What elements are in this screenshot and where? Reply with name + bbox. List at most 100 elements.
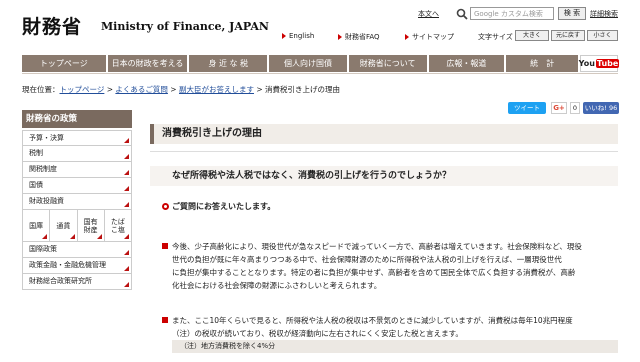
sitemap-label: サイトマップ — [412, 33, 454, 41]
paragraph-text: 今後、少子高齢化により、現役世代が急なスピードで減っていく一方で、高齢者は増えて… — [172, 240, 618, 292]
logo-english[interactable]: Ministry of Finance, JAPAN — [101, 20, 269, 33]
paragraph-line: 化社会における社会保障の財源にふさわしいと考えられます。 — [172, 281, 382, 290]
advanced-search-link[interactable]: 詳細検索 — [590, 9, 618, 19]
tweet-button[interactable]: ツイート — [508, 102, 546, 114]
sidebar-item-label: 政策金融・金融危機管理 — [29, 261, 106, 269]
nav-stats[interactable]: 統 計 — [506, 55, 578, 72]
footnote: （注）地方消費税を除く4%分 — [172, 340, 618, 353]
faq-link[interactable]: 財務省FAQ — [338, 32, 380, 42]
paragraph-line: に負担が集中することとなります。特定の者に負担が集中せず、高齢者を含めて国民全体… — [172, 268, 576, 277]
page: 財務省 Ministry of Finance, JAPAN 本文へ Googl… — [0, 0, 640, 362]
sidebar-item-policy-finance[interactable]: 政策金融・金融危機管理 — [22, 258, 132, 274]
youtube-link[interactable]: You Tube — [578, 55, 620, 72]
breadcrumb-link-faq[interactable]: よくあるご質問 — [115, 85, 168, 94]
corner-icon — [69, 234, 75, 239]
corner-icon — [96, 234, 102, 239]
sidebar-item-label: 税制 — [29, 149, 43, 157]
nav-bonds[interactable]: 個人向け国債 — [269, 55, 347, 72]
breadcrumb-sep: > — [104, 85, 116, 94]
logo-japanese[interactable]: 財務省 — [22, 12, 82, 39]
gplus-count: 0 — [570, 102, 580, 114]
nav-press[interactable]: 広報・報道 — [428, 55, 505, 72]
corner-icon — [124, 186, 129, 191]
breadcrumb-sep: > — [253, 85, 266, 94]
sidebar-item-international[interactable]: 国際政策 — [22, 242, 132, 258]
sidebar-item-bonds[interactable]: 国債 — [22, 178, 132, 194]
faq-label: 財務省FAQ — [345, 33, 380, 41]
corner-icon — [124, 170, 129, 175]
font-reset-label: 元に戻す — [555, 32, 580, 39]
arrow-icon — [338, 34, 342, 40]
main-nav: トップページ 日本の財政を考える 身 近 な 税 個人向け国債 財務省について … — [22, 55, 620, 72]
arrow-icon — [282, 33, 286, 39]
title-divider — [150, 151, 618, 152]
font-small-label: 小さく — [593, 32, 612, 39]
circle-bullet-icon — [162, 203, 169, 210]
nav-tax[interactable]: 身 近 な 税 — [189, 55, 268, 72]
font-large-label: 大きく — [522, 32, 541, 39]
square-bullet-icon — [162, 317, 168, 323]
breadcrumb-current: 消費税引き上げの理由 — [265, 85, 341, 94]
english-link[interactable]: English — [282, 32, 314, 40]
youtube-icon: Tube — [595, 59, 620, 68]
paragraph-text: また、ここ10年くらいで見ると、所得税や法人税の税収は不景気のときに減少していま… — [172, 314, 618, 340]
nav-about[interactable]: 財務省について — [348, 55, 427, 72]
corner-icon — [42, 234, 48, 239]
font-reset-button[interactable]: 元に戻す — [551, 30, 585, 41]
facebook-like-button[interactable]: いいね! 96 — [583, 102, 619, 114]
font-large-button[interactable]: 大きく — [515, 30, 549, 41]
paragraph-line: （注）の税収が続いており、税収が経済動向に左右されにくく安定した税と言えます。 — [172, 329, 463, 338]
sidebar-quad: 国庫 通貨 国有財産 たばこ塩 — [22, 210, 132, 242]
font-small-button[interactable]: 小さく — [587, 30, 618, 41]
corner-icon — [124, 202, 129, 207]
corner-icon — [124, 282, 129, 287]
search-input[interactable]: Google カスタム検索 — [470, 7, 554, 20]
answer-paragraph-1: 今後、少子高齢化により、現役世代が急なスピードで減っていく一方で、高齢者は増えて… — [162, 240, 618, 292]
sidebar-item-label: 関税制度 — [29, 165, 57, 173]
question-heading: なぜ所得税や法人税ではなく、消費税の引上げを行うのでしょうか？ — [150, 166, 618, 186]
corner-icon — [124, 138, 129, 143]
breadcrumb-sep: > — [167, 85, 179, 94]
sidebar-item-customs[interactable]: 関税制度 — [22, 162, 132, 178]
nav-top[interactable]: トップページ — [22, 55, 106, 72]
square-bullet-icon — [162, 243, 168, 249]
sidebar-item-label: 予算・決算 — [29, 134, 64, 142]
sidebar: 予算・決算 税制 関税制度 国債 財政投融資 国庫 通貨 国有財産 たばこ塩 国… — [22, 130, 132, 290]
youtube-label: You — [578, 59, 595, 68]
sidebar-item-budget[interactable]: 予算・決算 — [22, 130, 132, 146]
sidebar-item-treasury[interactable]: 国庫 — [23, 210, 51, 241]
sitemap-link[interactable]: サイトマップ — [405, 32, 454, 42]
sidebar-item-label: 国庫 — [29, 221, 44, 230]
breadcrumb-prefix: 現在位置： — [22, 85, 60, 94]
sidebar-item-label: 通貨 — [56, 221, 71, 230]
font-size-label: 文字サイズ — [478, 33, 513, 41]
sidebar-item-property[interactable]: 国有財産 — [78, 210, 105, 241]
paragraph-line: 今後、少子高齢化により、現役世代が急なスピードで減っていく一方で、高齢者は増えて… — [172, 242, 582, 251]
sidebar-item-label: たばこ塩 — [110, 217, 125, 234]
corner-icon — [124, 234, 129, 239]
answer-paragraph-2: また、ここ10年くらいで見ると、所得税や法人税の税収は不景気のときに減少していま… — [162, 314, 618, 340]
corner-icon — [124, 250, 129, 255]
sidebar-item-research[interactable]: 財務総合政策研究所 — [22, 274, 132, 290]
paragraph-line: また、ここ10年くらいで見ると、所得税や法人税の税収は不景気のときに減少していま… — [172, 316, 573, 325]
english-label: English — [289, 32, 315, 40]
skip-to-content-link[interactable]: 本文へ — [418, 9, 439, 19]
paragraph-line: 世代の負担が既に年々高まりつつある中で、社会保障財源のために所得税や法人税の引上… — [172, 255, 562, 264]
search-icon — [456, 8, 468, 20]
breadcrumb-link-vice-minister[interactable]: 副大臣がお答えします — [179, 85, 254, 94]
search-button[interactable]: 検 索 — [558, 7, 586, 20]
page-title: 消費税引き上げの理由 — [150, 124, 618, 144]
sidebar-item-filp[interactable]: 財政投融資 — [22, 194, 132, 210]
nav-finance[interactable]: 日本の財政を考える — [107, 55, 188, 72]
sidebar-item-label: 国債 — [29, 181, 43, 189]
sidebar-item-label: 財政投融資 — [29, 197, 64, 205]
nav-divider — [22, 73, 618, 74]
sidebar-item-tobacco-salt[interactable]: たばこ塩 — [105, 210, 131, 241]
answer-heading-text: ご質問にお答えいたします。 — [172, 202, 276, 211]
breadcrumb-link-top[interactable]: トップページ — [60, 85, 105, 94]
gplus-button[interactable]: G+ — [551, 102, 567, 114]
sidebar-item-currency[interactable]: 通貨 — [50, 210, 78, 241]
sidebar-item-label: 国有財産 — [83, 217, 98, 234]
sidebar-item-tax[interactable]: 税制 — [22, 146, 132, 162]
corner-icon — [124, 266, 129, 271]
